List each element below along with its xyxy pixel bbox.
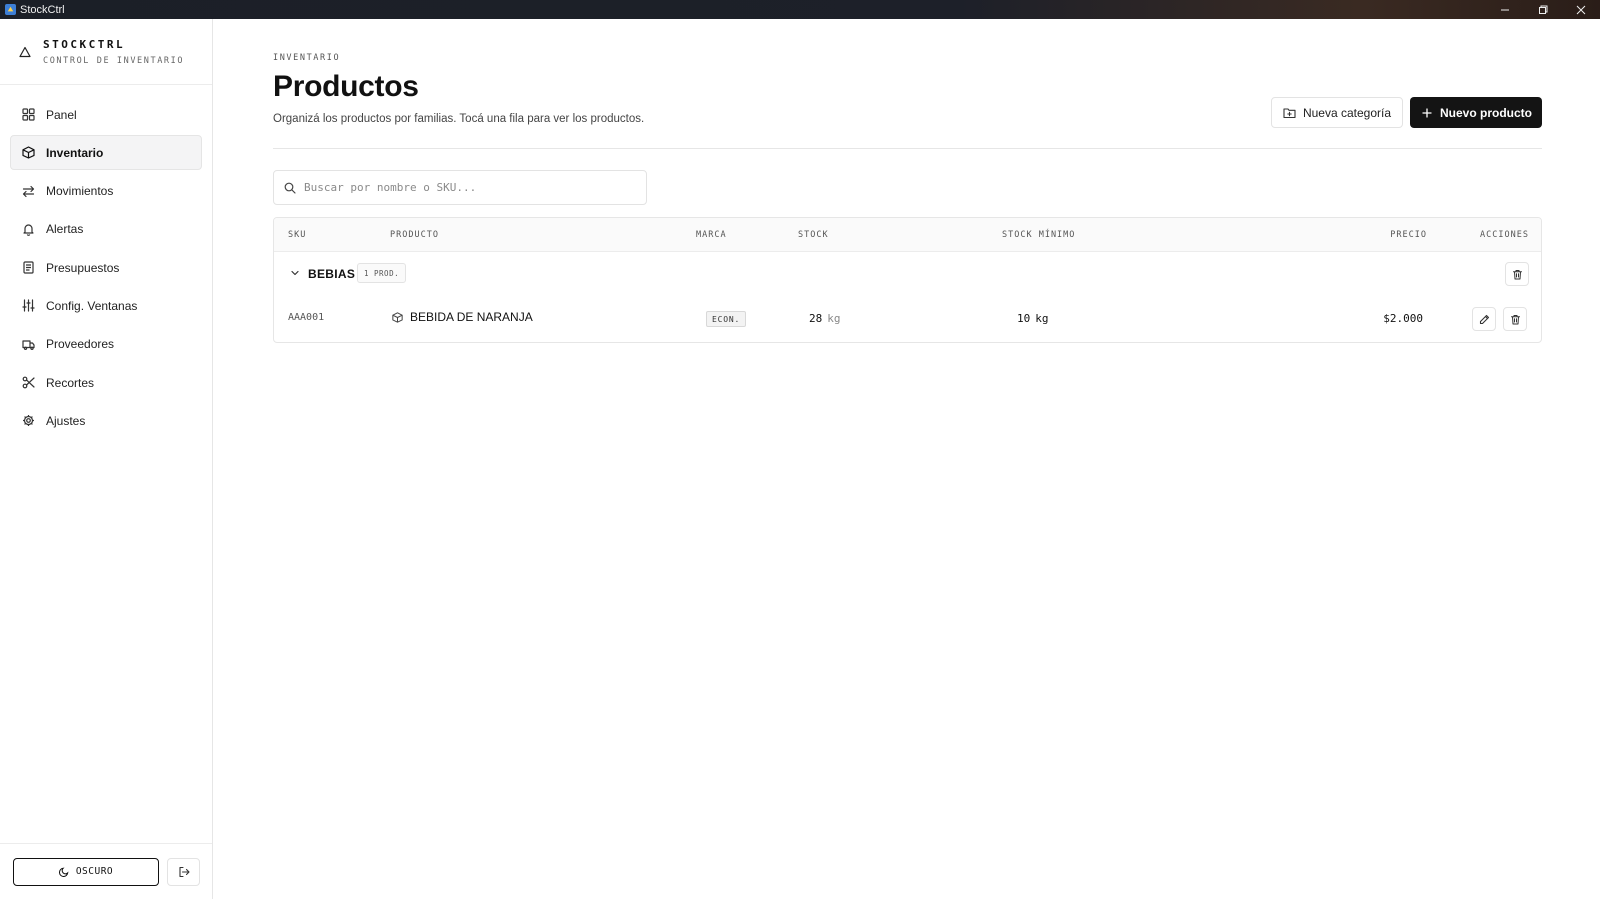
moon-icon: [58, 866, 70, 877]
sidebar-footer: OSCURO: [0, 843, 212, 899]
window-title: StockCtrl: [20, 3, 65, 16]
product-stock: 28 kg: [809, 312, 841, 325]
chevron-down-icon[interactable]: [290, 268, 300, 278]
sidebar-item-ajustes[interactable]: Ajustes: [10, 403, 202, 438]
sidebar-item-alertas[interactable]: Alertas: [10, 212, 202, 247]
folder-plus-icon: [1283, 107, 1296, 119]
search-box[interactable]: [273, 170, 647, 205]
gear-icon: [22, 414, 35, 427]
sidebar-nav: Panel Inventario Movimientos Alertas Pre…: [0, 85, 212, 438]
grid-icon: [22, 108, 35, 121]
sidebar-item-presupuestos[interactable]: Presupuestos: [10, 250, 202, 285]
truck-icon: [22, 338, 35, 351]
sidebar-item-label: Alertas: [46, 222, 84, 237]
trash-icon: [1510, 314, 1521, 325]
sidebar-item-label: Config. Ventanas: [46, 298, 138, 313]
delete-category-button[interactable]: [1505, 262, 1529, 286]
min-stock-value: 10: [1017, 312, 1031, 325]
window-controls: [1486, 0, 1600, 19]
search-icon: [284, 182, 296, 194]
sidebar-item-label: Panel: [46, 107, 77, 122]
sidebar-item-label: Ajustes: [46, 413, 86, 428]
restore-button[interactable]: [1524, 0, 1562, 19]
app-logo-icon: [4, 4, 16, 16]
close-button[interactable]: [1562, 0, 1600, 19]
sliders-icon: [22, 299, 35, 313]
triangle-logo-icon: [19, 45, 33, 59]
sidebar-item-panel[interactable]: Panel: [10, 97, 202, 132]
trash-icon: [1512, 269, 1523, 280]
arrows-swap-icon: [22, 185, 35, 198]
new-product-button[interactable]: Nuevo producto: [1410, 97, 1542, 128]
category-name: BEBIAS: [308, 267, 356, 281]
box-icon: [22, 146, 35, 159]
sidebar-item-inventario[interactable]: Inventario: [10, 135, 202, 171]
sidebar-item-movimientos[interactable]: Movimientos: [10, 174, 202, 209]
document-icon: [22, 261, 35, 274]
product-min-stock: 10 kg: [1017, 312, 1049, 325]
product-sku: AAA001: [288, 312, 325, 323]
table-header: SKU PRODUCTO MARCA STOCK STOCK MÍNIMO PR…: [274, 218, 1541, 252]
column-header-brand: MARCA: [696, 230, 727, 240]
close-icon: [1576, 5, 1586, 14]
sidebar-item-proveedores[interactable]: Proveedores: [10, 327, 202, 362]
new-category-button[interactable]: Nueva categoría: [1270, 97, 1403, 128]
pencil-icon: [1479, 314, 1490, 325]
sidebar-item-label: Inventario: [46, 145, 104, 160]
category-row[interactable]: BEBIAS 1 PROD.: [274, 252, 1541, 296]
page-description: Organizá los productos por familias. Toc…: [273, 113, 645, 125]
product-cell: BEBIDA DE NARANJA: [392, 310, 533, 324]
logout-button[interactable]: [167, 857, 200, 886]
column-header-sku: SKU: [288, 230, 307, 240]
sidebar-item-recortes[interactable]: Recortes: [10, 365, 202, 400]
brand-name: STOCKCTRL: [43, 37, 126, 51]
header-divider: [273, 148, 1542, 149]
sidebar-item-label: Presupuestos: [46, 260, 120, 275]
brand-badge: ECON.: [706, 311, 747, 327]
delete-product-button[interactable]: [1503, 307, 1527, 331]
page-eyebrow: INVENTARIO: [273, 53, 341, 63]
sidebar: STOCKCTRL CONTROL DE INVENTARIO Panel In…: [0, 19, 213, 899]
column-header-stock: STOCK: [798, 230, 829, 240]
edit-product-button[interactable]: [1472, 307, 1496, 331]
box-icon: [392, 311, 403, 323]
column-header-product: PRODUCTO: [390, 230, 439, 240]
column-header-actions: ACCIONES: [1480, 230, 1529, 240]
product-price: $2.000: [1383, 312, 1423, 325]
min-stock-unit: kg: [1035, 312, 1049, 325]
sidebar-item-label: Proveedores: [46, 337, 115, 352]
scissors-icon: [22, 376, 35, 389]
plus-icon: [1422, 107, 1432, 118]
logout-icon: [178, 866, 190, 878]
restore-icon: [1539, 5, 1548, 14]
minimize-button[interactable]: [1486, 0, 1524, 19]
sidebar-item-label: Movimientos: [46, 184, 114, 199]
theme-toggle-button[interactable]: OSCURO: [13, 857, 159, 886]
category-count-badge: 1 PROD.: [357, 263, 407, 283]
new-product-label: Nuevo producto: [1440, 105, 1532, 120]
stock-unit: kg: [827, 312, 841, 325]
search-input[interactable]: [304, 181, 634, 194]
new-category-label: Nueva categoría: [1302, 105, 1391, 120]
window-titlebar: StockCtrl: [0, 0, 1600, 19]
product-name: BEBIDA DE NARANJA: [410, 310, 533, 324]
column-header-price: PRECIO: [1390, 230, 1427, 240]
products-table: SKU PRODUCTO MARCA STOCK STOCK MÍNIMO PR…: [273, 217, 1542, 343]
minimize-icon: [1501, 9, 1509, 10]
theme-toggle-label: OSCURO: [75, 866, 114, 877]
brand: STOCKCTRL CONTROL DE INVENTARIO: [0, 19, 212, 85]
header-actions: Nueva categoría Nuevo producto: [1270, 97, 1542, 128]
table-row[interactable]: AAA001 BEBIDA DE NARANJA ECON. 28 kg 10 kg…: [274, 296, 1541, 342]
column-header-min-stock: STOCK MÍNIMO: [1002, 230, 1076, 240]
brand-subtitle: CONTROL DE INVENTARIO: [43, 55, 185, 66]
stock-value: 28: [809, 312, 823, 325]
page-title: Productos: [273, 70, 419, 103]
sidebar-item-config-ventanas[interactable]: Config. Ventanas: [10, 288, 202, 323]
bell-icon: [22, 223, 35, 236]
sidebar-item-label: Recortes: [46, 375, 95, 390]
